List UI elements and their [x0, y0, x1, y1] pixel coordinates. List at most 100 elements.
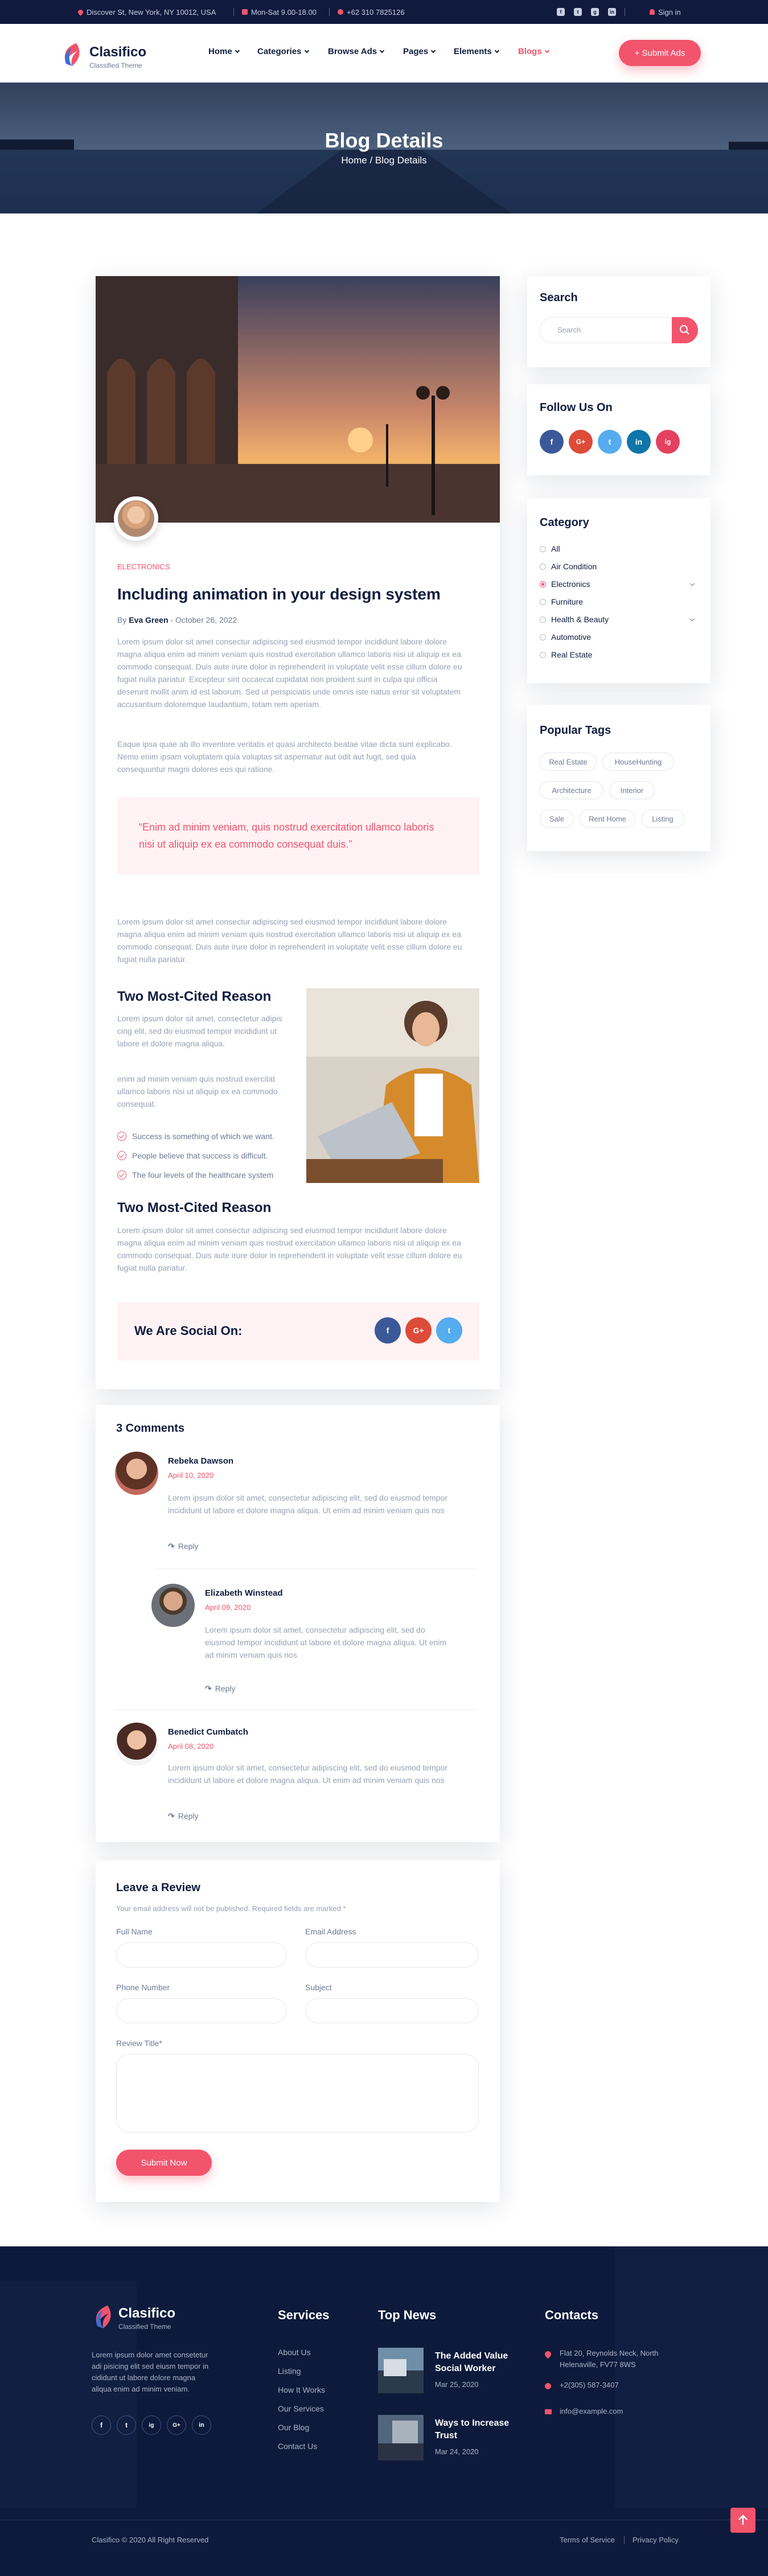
tag-item[interactable]: Real Estate [540, 753, 597, 771]
brand-logo-icon[interactable] [60, 41, 83, 68]
nav-label[interactable]: Home [208, 47, 232, 56]
news-title-line[interactable]: The Added Value [435, 2350, 508, 2363]
breadcrumb-home[interactable]: Home [341, 155, 367, 166]
category-furniture[interactable]: Furniture [540, 597, 583, 606]
reply-button[interactable]: ↷ Reply [168, 1811, 199, 1821]
news-title-line[interactable]: Social Worker [435, 2363, 508, 2375]
brand-name[interactable]: Clasifico [89, 44, 146, 60]
category-air-condition[interactable]: Air Condition [540, 562, 597, 571]
nav-home[interactable]: Home [208, 47, 240, 56]
facebook-icon[interactable]: f [540, 430, 564, 454]
news-thumbnail[interactable] [378, 2415, 424, 2460]
author-avatar[interactable] [114, 496, 158, 541]
signin-link[interactable]: Sign in [650, 0, 681, 24]
footer-link[interactable]: Listing [278, 2367, 301, 2376]
contact-phone[interactable]: +2(305) 587-3407 [560, 2381, 619, 2389]
scroll-to-top-button[interactable] [730, 2508, 755, 2533]
news-thumbnail[interactable] [378, 2348, 424, 2393]
submit-ads-button[interactable]: + Submit Ads [619, 40, 701, 66]
category-label[interactable]: Automotive [551, 632, 591, 642]
signin-text[interactable]: Sign in [658, 8, 681, 17]
nav-categories[interactable]: Categories [257, 47, 309, 56]
category-all[interactable]: All [540, 544, 560, 553]
privacy-link[interactable]: Privacy Policy [633, 2536, 679, 2544]
phone-field[interactable] [116, 1998, 287, 2023]
submit-review-button[interactable]: Submit Now [116, 2150, 212, 2176]
comment-date: April 10, 2020 [168, 1471, 214, 1480]
footer-logo-icon[interactable] [92, 2303, 114, 2331]
subject-field[interactable] [305, 1998, 479, 2023]
category-label[interactable]: Real Estate [551, 650, 592, 659]
category-real-estate[interactable]: Real Estate [540, 650, 592, 659]
full-name-field[interactable] [116, 1942, 287, 1967]
category-label[interactable]: Electronics [551, 580, 590, 589]
category-automotive[interactable]: Automotive [540, 632, 591, 642]
tag-item[interactable]: Sale [540, 810, 574, 828]
news-title-link[interactable]: Ways to Increase Trust [435, 2417, 509, 2442]
facebook-icon[interactable]: f [557, 8, 565, 16]
tag-item[interactable]: Listing [641, 810, 684, 828]
reply-button[interactable]: ↷ Reply [205, 1684, 236, 1694]
tag-item[interactable]: Rent Home [580, 810, 635, 828]
nav-label[interactable]: Categories [257, 47, 302, 56]
linkedin-icon[interactable]: in [627, 430, 651, 454]
footer-link[interactable]: How It Works [278, 2385, 325, 2394]
news-title-link[interactable]: The Added Value Social Worker [435, 2350, 508, 2375]
category-health-beauty[interactable]: Health & Beauty [540, 615, 609, 624]
post-category[interactable]: ELECTRONICS [117, 562, 170, 571]
phone-item[interactable]: +62 310 7825126 [338, 0, 405, 24]
nav-label[interactable]: Elements [454, 47, 492, 56]
tag-item[interactable]: Interior [609, 781, 655, 799]
footer-link[interactable]: About Us [278, 2348, 311, 2357]
nav-blogs[interactable]: Blogs [518, 47, 549, 56]
instagram-icon[interactable]: ig [142, 2415, 161, 2435]
meta-by: By [117, 615, 127, 625]
reply-label[interactable]: Reply [215, 1684, 236, 1693]
phone-text[interactable]: +62 310 7825126 [347, 8, 405, 17]
twitter-icon[interactable]: t [117, 2415, 136, 2435]
nav-browse-ads[interactable]: Browse Ads [328, 47, 385, 56]
tag-item[interactable]: HouseHunting [602, 753, 674, 771]
twitter-icon[interactable]: t [436, 1317, 462, 1344]
review-textarea[interactable] [116, 2054, 479, 2133]
nav-label[interactable]: Blogs [518, 47, 542, 56]
instagram-icon[interactable]: ig [656, 430, 680, 454]
reply-button[interactable]: ↷ Reply [168, 1542, 199, 1551]
linkedin-icon[interactable]: in [608, 8, 616, 16]
twitter-icon[interactable]: t [574, 8, 582, 16]
google-plus-icon[interactable]: G+ [569, 430, 593, 454]
facebook-icon[interactable]: f [92, 2415, 111, 2435]
category-label[interactable]: Health & Beauty [551, 615, 609, 624]
search-button[interactable] [672, 317, 698, 343]
news-title-line[interactable]: Ways to Increase [435, 2417, 509, 2430]
search-input[interactable]: Search [540, 317, 698, 343]
footer-link[interactable]: Our Services [278, 2404, 324, 2413]
contact-email[interactable]: info@example.com [560, 2407, 623, 2415]
terms-link[interactable]: Terms of Service [560, 2536, 615, 2544]
twitter-icon[interactable]: t [598, 430, 622, 454]
nav-elements[interactable]: Elements [454, 47, 499, 56]
footer-link[interactable]: Our Blog [278, 2423, 309, 2432]
facebook-icon[interactable]: f [375, 1317, 401, 1344]
category-label[interactable]: Air Condition [551, 562, 597, 571]
reply-label[interactable]: Reply [178, 1542, 199, 1551]
linkedin-icon[interactable]: in [192, 2415, 211, 2435]
email-field[interactable] [305, 1942, 479, 1967]
radio-selected-icon [540, 581, 546, 587]
category-label[interactable]: All [551, 544, 560, 553]
nav-label[interactable]: Browse Ads [328, 47, 377, 56]
page-title: Blog Details [325, 129, 443, 152]
reply-label[interactable]: Reply [178, 1811, 199, 1821]
footer-link[interactable]: Contact Us [278, 2442, 317, 2451]
section-title-2: Two Most-Cited Reason [117, 1200, 272, 1215]
google-plus-icon[interactable]: G+ [405, 1317, 432, 1344]
news-title-line[interactable]: Trust [435, 2430, 509, 2442]
category-label[interactable]: Furniture [551, 597, 583, 606]
category-electronics[interactable]: Electronics [540, 580, 590, 589]
nav-label[interactable]: Pages [403, 47, 428, 56]
google-plus-icon[interactable]: G+ [167, 2415, 186, 2435]
tag-item[interactable]: Architecture [540, 781, 603, 799]
nav-pages[interactable]: Pages [403, 47, 436, 56]
post-author[interactable]: Eva Green [129, 615, 168, 625]
google-icon[interactable]: g [591, 8, 599, 16]
